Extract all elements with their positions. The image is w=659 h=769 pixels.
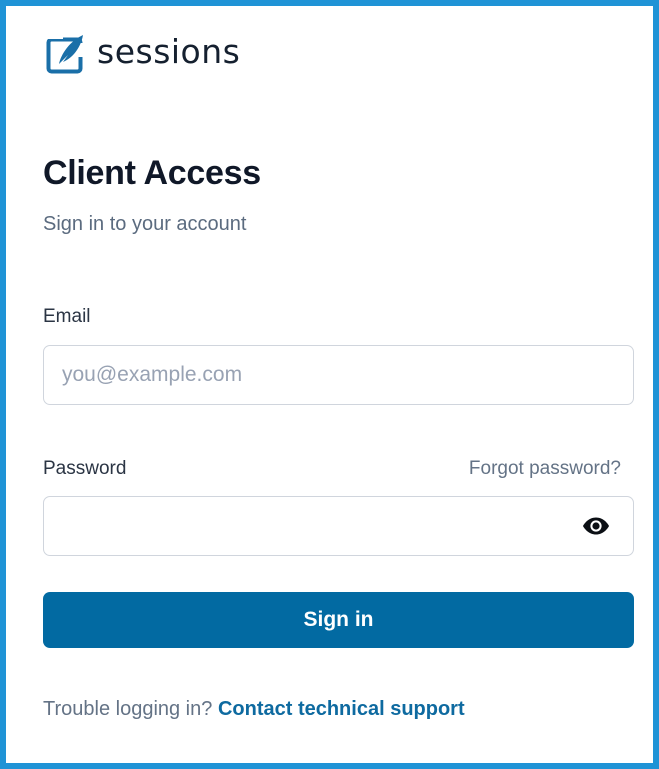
brand-name: sessions [97, 32, 241, 71]
eye-icon [583, 517, 609, 535]
support-footer: Trouble logging in? Contact technical su… [43, 698, 465, 721]
toggle-password-visibility-button[interactable] [578, 511, 614, 541]
password-input[interactable] [43, 496, 634, 556]
sign-in-button[interactable]: Sign in [43, 592, 634, 648]
page-title: Client Access [43, 154, 261, 192]
brand-header: sessions [46, 32, 241, 75]
forgot-password-link[interactable]: Forgot password? [469, 458, 621, 480]
email-label: Email [43, 306, 91, 327]
trouble-text: Trouble logging in? [43, 698, 213, 720]
page-subtitle: Sign in to your account [43, 213, 247, 235]
login-frame: sessions Client Access Sign in to your a… [0, 0, 659, 769]
password-label: Password [43, 458, 127, 479]
contact-support-link[interactable]: Contact technical support [218, 698, 465, 720]
email-input[interactable] [43, 345, 634, 405]
sessions-logo-icon [46, 33, 86, 74]
